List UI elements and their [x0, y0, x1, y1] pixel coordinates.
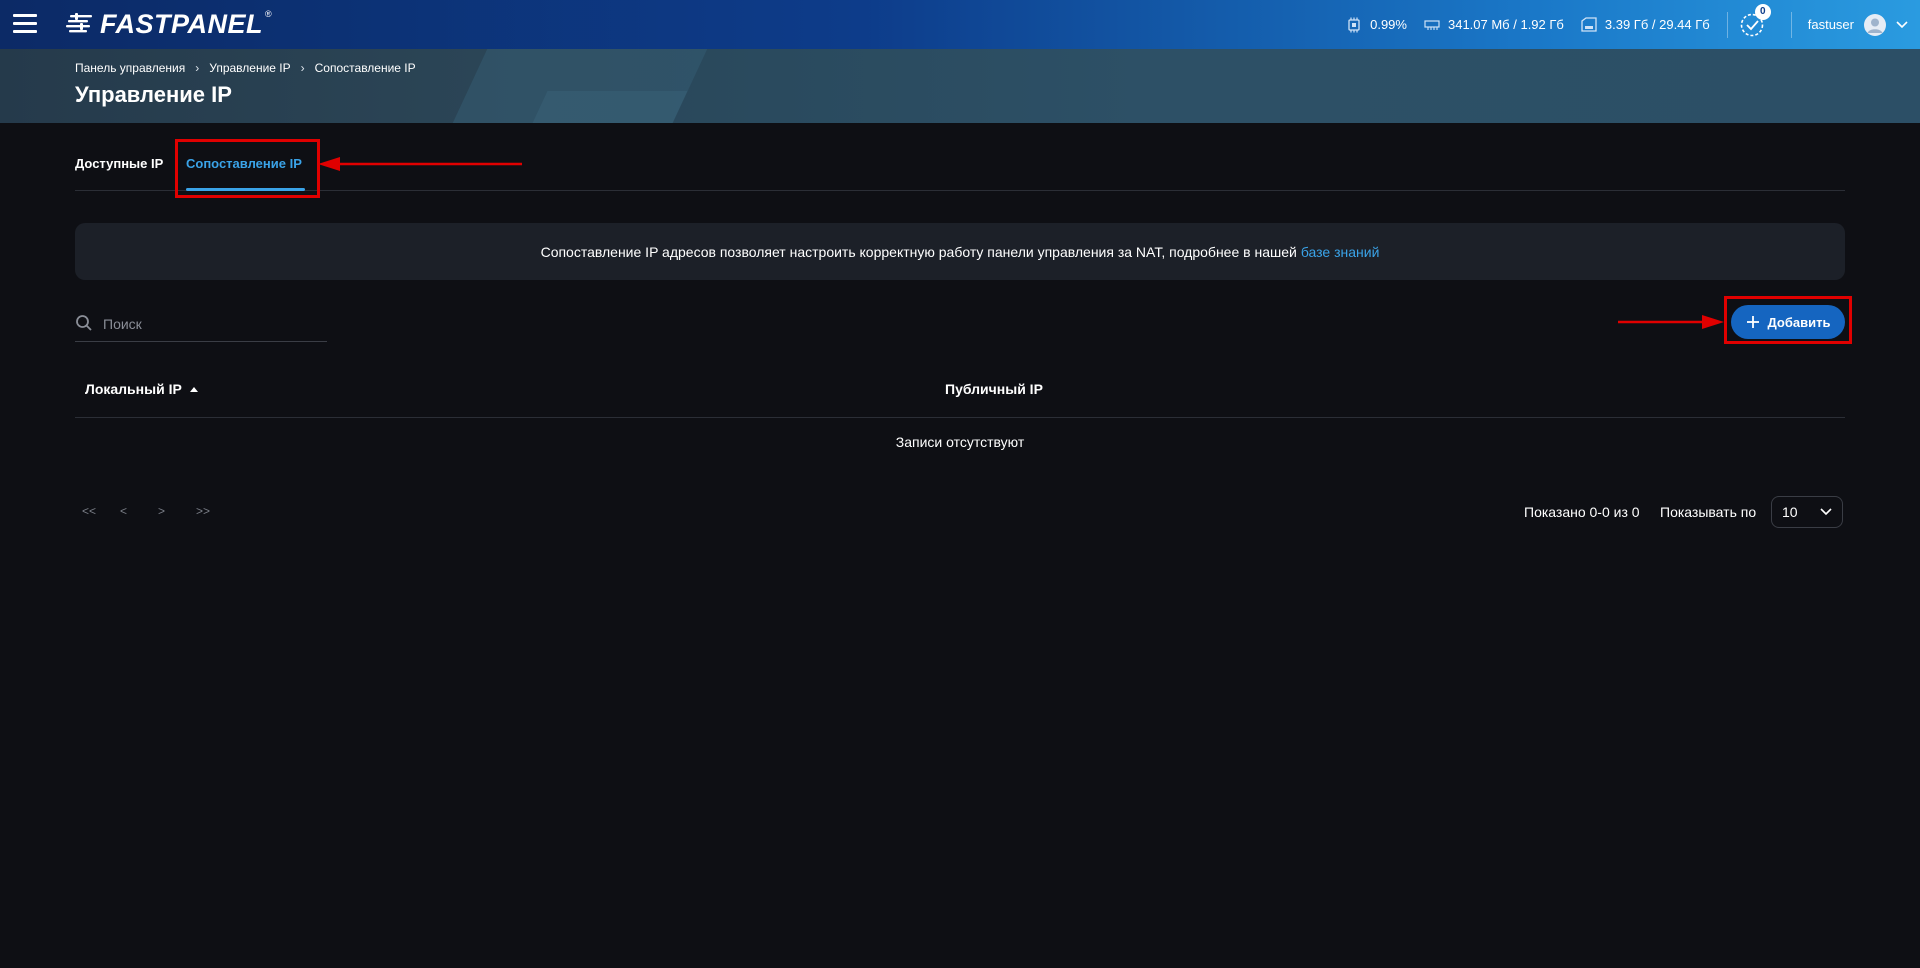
highlight-box: [175, 139, 320, 198]
logo[interactable]: FASTPANEL ®: [66, 9, 272, 39]
first-page-button[interactable]: <<: [82, 504, 120, 518]
next-page-button[interactable]: >: [158, 504, 196, 518]
header-decoration: [532, 91, 688, 123]
disk-value: 3.39 Гб / 29.44 Гб: [1604, 17, 1710, 32]
logo-mark-icon: [66, 13, 92, 33]
annotation-arrow-icon: [1618, 315, 1724, 329]
info-banner: Сопоставление IP адресов позволяет настр…: [75, 223, 1845, 280]
divider: [1790, 11, 1792, 38]
top-bar: FASTPANEL ® 0.99% 341.07 Мб / 1.92 Гб 3.…: [0, 0, 1920, 49]
pagination: << < > >>: [82, 504, 234, 518]
annotation-arrow-icon: [318, 157, 522, 171]
search-input[interactable]: [101, 312, 325, 336]
empty-table-message: Записи отсутствуют: [895, 434, 1025, 450]
breadcrumb-item[interactable]: Управление IP: [209, 61, 290, 75]
per-page-select[interactable]: 10: [1771, 496, 1843, 528]
divider: [1726, 11, 1728, 38]
chevron-right-icon: ›: [300, 61, 305, 75]
column-header-local-ip[interactable]: Локальный IP: [85, 381, 198, 397]
ram-stat: 341.07 Мб / 1.92 Гб: [1424, 17, 1564, 32]
per-page-label: Показывать по: [1660, 504, 1757, 520]
search-icon: [76, 315, 92, 331]
user-menu[interactable]: fastuser: [1807, 13, 1908, 36]
ram-icon: [1424, 19, 1440, 30]
info-text: Сопоставление IP адресов позволяет настр…: [540, 243, 1297, 260]
username: fastuser: [1807, 17, 1854, 32]
column-header-public-ip[interactable]: Публичный IP: [945, 381, 1043, 397]
chevron-down-icon: [1896, 20, 1908, 28]
notifications-button[interactable]: 0: [1739, 3, 1771, 38]
cpu-stat: 0.99%: [1346, 17, 1407, 33]
cpu-value: 0.99%: [1370, 17, 1407, 32]
last-page-button[interactable]: >>: [196, 504, 234, 518]
breadcrumb-item-current: Сопоставление IP: [314, 61, 416, 75]
knowledge-base-link[interactable]: базе знаний: [1301, 244, 1380, 260]
page-title: Управление IP: [75, 82, 232, 107]
disk-stat: 3.39 Гб / 29.44 Гб: [1581, 16, 1710, 33]
records-shown: Показано 0-0 из 0: [1524, 504, 1640, 520]
breadcrumb: Панель управления › Управление IP › Сопо…: [75, 61, 416, 75]
chevron-right-icon: ›: [195, 61, 200, 75]
column-header-label: Локальный IP: [85, 381, 182, 397]
highlight-box: [1724, 296, 1852, 344]
search-box: [75, 310, 327, 342]
chevron-down-icon: [1820, 508, 1832, 516]
sort-ascending-icon: [189, 386, 198, 392]
logo-registered-mark: ®: [265, 9, 272, 19]
disk-icon: [1581, 16, 1597, 32]
resource-stats: 0.99% 341.07 Мб / 1.92 Гб 3.39 Гб / 29.4…: [1346, 0, 1920, 49]
user-icon: [1867, 18, 1883, 33]
tab-available-ip[interactable]: Доступные IP: [75, 156, 163, 171]
prev-page-button[interactable]: <: [120, 504, 158, 518]
table-header: Локальный IP Публичный IP: [75, 370, 1845, 418]
cpu-icon: [1348, 17, 1360, 32]
avatar: [1864, 13, 1886, 36]
breadcrumb-item[interactable]: Панель управления: [75, 61, 185, 75]
notifications-badge: 0: [1754, 3, 1771, 20]
menu-icon[interactable]: [13, 13, 37, 35]
logo-text: FASTPANEL: [100, 8, 264, 39]
ram-value: 341.07 Мб / 1.92 Гб: [1447, 17, 1564, 32]
per-page-value: 10: [1782, 504, 1798, 520]
